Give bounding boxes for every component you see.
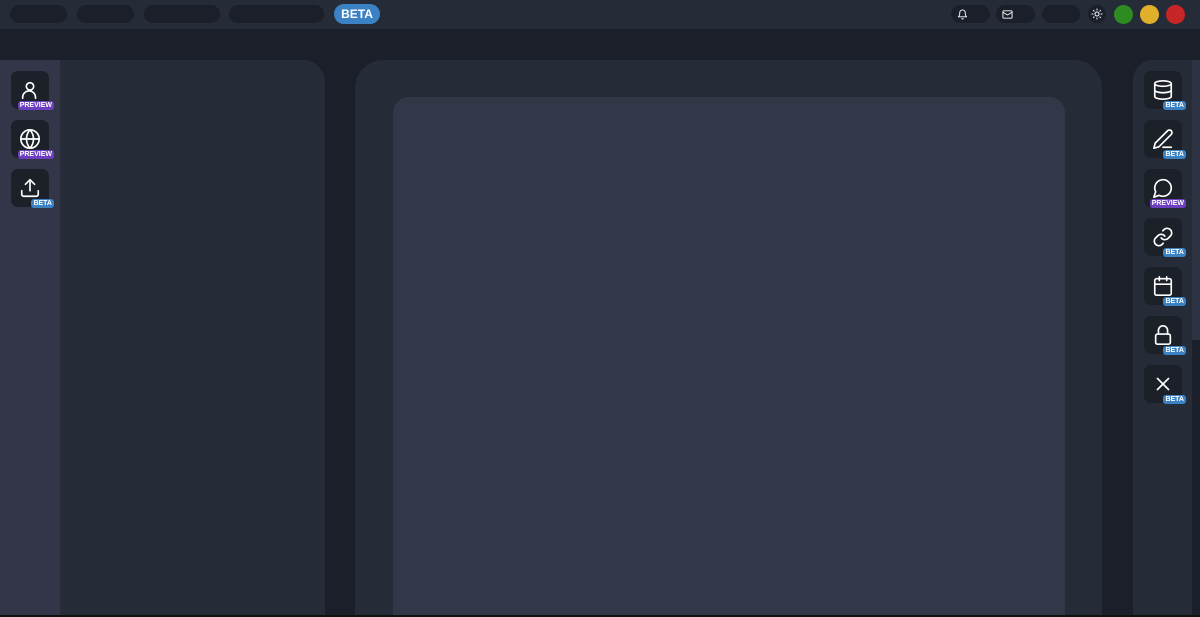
- beta-badge: BETA: [1163, 297, 1186, 306]
- left-panel: [60, 60, 325, 617]
- beta-badge: BETA: [1163, 395, 1186, 404]
- menu-pill-4[interactable]: [229, 5, 324, 23]
- profile-pill[interactable]: [1042, 5, 1080, 23]
- preview-badge: PREVIEW: [17, 101, 54, 110]
- user-icon: [21, 81, 37, 100]
- maximize-button[interactable]: [1114, 5, 1133, 24]
- top-bar: BETA: [0, 0, 1200, 29]
- preview-badge: PREVIEW: [17, 150, 54, 159]
- globe-icon: [20, 129, 40, 149]
- chat-icon: [1153, 178, 1173, 198]
- close-window-button[interactable]: [1166, 5, 1185, 24]
- canvas-area[interactable]: [393, 97, 1065, 617]
- scrollbar-thumb[interactable]: [1192, 340, 1200, 617]
- preview-badge: PREVIEW: [1149, 199, 1186, 208]
- messages-button[interactable]: [996, 5, 1035, 23]
- beta-badge: BETA: [1163, 150, 1186, 159]
- minimize-button[interactable]: [1140, 5, 1159, 24]
- lock-icon: [1154, 325, 1172, 345]
- beta-badge: BETA: [1163, 101, 1186, 110]
- upload-icon: [20, 178, 40, 198]
- notifications-button[interactable]: [951, 5, 990, 23]
- mail-icon: [1002, 9, 1013, 19]
- menu-pill-3[interactable]: [144, 5, 220, 23]
- beta-badge: BETA: [1163, 248, 1186, 257]
- menu-pill-1[interactable]: [10, 5, 67, 23]
- calendar-icon: [1153, 276, 1173, 296]
- beta-badge: BETA: [31, 199, 54, 208]
- bell-icon: [957, 9, 968, 20]
- close-icon: [1156, 377, 1170, 391]
- link-icon: [1153, 227, 1173, 247]
- pen-icon: [1153, 129, 1173, 149]
- theme-toggle-button[interactable]: [1088, 5, 1106, 23]
- sub-bar: [0, 29, 1200, 31]
- sun-icon: [1091, 8, 1103, 20]
- menu-pill-2[interactable]: [77, 5, 134, 23]
- beta-badge: BETA: [1163, 346, 1186, 355]
- beta-badge: BETA: [334, 4, 380, 24]
- database-icon: [1153, 80, 1173, 100]
